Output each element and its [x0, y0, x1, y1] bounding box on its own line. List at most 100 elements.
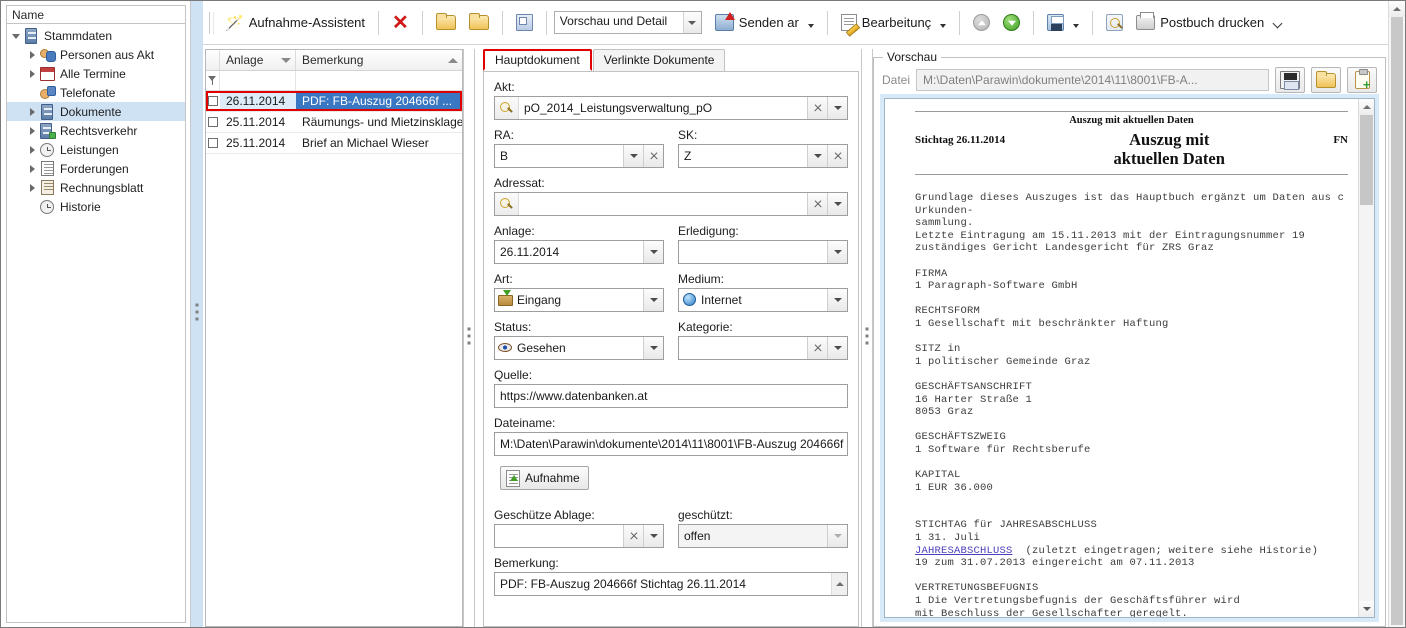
- search-icon[interactable]: [495, 193, 519, 215]
- clear-button[interactable]: [807, 337, 827, 359]
- chevron-down-icon[interactable]: [643, 525, 663, 547]
- chevron-right-icon[interactable]: [27, 106, 39, 118]
- splitter-left[interactable]: [191, 1, 203, 627]
- jahresabschluss-link[interactable]: JAHRESABSCHLUSS: [915, 545, 1013, 557]
- open-document-button[interactable]: [430, 9, 462, 37]
- aufnahme-assistent-button[interactable]: 🪄 Aufnahme-Assistent: [219, 9, 371, 37]
- geschuetzte-ablage-input[interactable]: [494, 524, 664, 548]
- grid-header-bemerkung[interactable]: Bemerkung: [296, 50, 462, 70]
- chevron-down-icon[interactable]: [643, 241, 663, 263]
- preview-zoom-button[interactable]: [1100, 9, 1129, 37]
- grid-header-anlage[interactable]: Anlage: [220, 50, 296, 70]
- view-mode-combo[interactable]: Vorschau und Detail: [554, 11, 702, 34]
- kategorie-input[interactable]: [678, 336, 848, 360]
- tree-item-rechtsverkehr[interactable]: Rechtsverkehr: [7, 121, 185, 140]
- search-icon[interactable]: [495, 97, 519, 119]
- scrollbar-track[interactable]: [1359, 205, 1374, 601]
- toolbar-grip[interactable]: [209, 12, 214, 34]
- table-row[interactable]: 25.11.2014 Räumungs- und Mietzinsklage: [206, 112, 462, 133]
- clear-button[interactable]: [807, 97, 827, 119]
- scrollbar-thumb[interactable]: [1391, 17, 1403, 625]
- chevron-down-icon[interactable]: [827, 193, 847, 215]
- chevron-down-icon[interactable]: [936, 15, 946, 30]
- preview-save-button[interactable]: [1275, 67, 1305, 93]
- erledigung-input[interactable]: [678, 240, 848, 264]
- tab-hauptdokument[interactable]: Hauptdokument: [483, 49, 592, 71]
- chevron-down-icon[interactable]: [1069, 15, 1079, 30]
- filter-bemerkung-cell[interactable]: [296, 71, 462, 90]
- clear-button[interactable]: [827, 145, 847, 167]
- chevron-down-icon[interactable]: [827, 337, 847, 359]
- window-vertical-scrollbar[interactable]: [1388, 1, 1405, 627]
- grid-filter-row[interactable]: [206, 71, 462, 91]
- scroll-down-button[interactable]: [1359, 601, 1374, 617]
- clear-button[interactable]: [807, 193, 827, 215]
- checkbox[interactable]: [208, 117, 218, 127]
- art-input[interactable]: Eingang: [494, 288, 664, 312]
- chevron-right-icon[interactable]: [27, 49, 39, 61]
- delete-button[interactable]: ✕: [386, 9, 415, 37]
- medium-input[interactable]: Internet: [678, 288, 848, 312]
- tree-item-alle-termine[interactable]: Alle Termine: [7, 64, 185, 83]
- senden-an-button[interactable]: Senden ar: [709, 9, 820, 37]
- chevron-down-icon[interactable]: [827, 97, 847, 119]
- chevron-down-icon[interactable]: [804, 15, 814, 30]
- tree-item-leistungen[interactable]: Leistungen: [7, 140, 185, 159]
- tree-item-dokumente[interactable]: Dokumente: [7, 102, 185, 121]
- geschuetzt-input[interactable]: offen: [678, 524, 848, 548]
- sk-input[interactable]: Z: [678, 144, 848, 168]
- postbuch-drucken-button[interactable]: Postbuch drucken: [1130, 9, 1290, 37]
- chevron-down-icon[interactable]: [827, 289, 847, 311]
- tree-item-forderungen[interactable]: Forderungen: [7, 159, 185, 178]
- scroll-up-button[interactable]: [1359, 99, 1374, 115]
- anlage-input[interactable]: 26.11.2014: [494, 240, 664, 264]
- chevron-right-icon[interactable]: [27, 68, 39, 80]
- preview-open-button[interactable]: [1311, 67, 1341, 93]
- move-up-button[interactable]: [967, 9, 996, 37]
- chevron-down-icon[interactable]: [643, 337, 663, 359]
- tree-item-personen-aus-akt[interactable]: Personen aus Akt: [7, 45, 185, 64]
- chevron-down-icon[interactable]: [11, 30, 23, 42]
- chevron-right-icon[interactable]: [27, 125, 39, 137]
- bemerkung-textarea[interactable]: PDF: FB-Auszug 204666f Stichtag 26.11.20…: [494, 572, 848, 596]
- table-row[interactable]: 26.11.2014 PDF: FB-Auszug 204666f ...: [206, 91, 462, 112]
- chevron-down-icon[interactable]: [827, 241, 847, 263]
- tree-item-historie[interactable]: Historie: [7, 197, 185, 216]
- splitter-list-detail[interactable]: [463, 49, 475, 627]
- folder-button[interactable]: [463, 9, 495, 37]
- chevron-right-icon[interactable]: [27, 144, 39, 156]
- save-button[interactable]: [1041, 9, 1085, 37]
- quelle-input[interactable]: https://www.datenbanken.at: [494, 384, 848, 408]
- akt-input[interactable]: pO_2014_Leistungsverwaltung_pO: [494, 96, 848, 120]
- filter-icon[interactable]: [208, 76, 217, 85]
- clear-button[interactable]: [623, 525, 643, 547]
- row-checkbox-cell[interactable]: [206, 91, 220, 111]
- tree-item-stammdaten[interactable]: Stammdaten: [7, 26, 185, 45]
- filter-anlage-cell[interactable]: [220, 71, 296, 90]
- preview-clipboard-add-button[interactable]: +: [1347, 67, 1377, 93]
- adressat-input[interactable]: [494, 192, 848, 216]
- ra-input[interactable]: B: [494, 144, 664, 168]
- scroll-up-button[interactable]: [831, 573, 847, 595]
- chevron-down-icon[interactable]: [643, 289, 663, 311]
- chevron-down-icon[interactable]: [827, 525, 847, 547]
- status-input[interactable]: Gesehen: [494, 336, 664, 360]
- aufnahme-button[interactable]: Aufnahme: [500, 466, 589, 490]
- chevron-down-icon[interactable]: [683, 12, 701, 33]
- splitter-detail-preview[interactable]: [861, 49, 873, 627]
- chevron-right-icon[interactable]: [27, 182, 39, 194]
- move-down-button[interactable]: [997, 9, 1026, 37]
- chevron-down-icon[interactable]: [623, 145, 643, 167]
- row-checkbox-cell[interactable]: [206, 133, 220, 153]
- scroll-up-button[interactable]: [1389, 1, 1405, 17]
- dateiname-input[interactable]: M:\Daten\Parawin\dokumente\2014\11\8001\…: [494, 432, 848, 456]
- bearbeitung-button[interactable]: Bearbeitunç: [835, 9, 952, 37]
- tree-item-rechnungsblatt[interactable]: Rechnungsblatt: [7, 178, 185, 197]
- row-checkbox-cell[interactable]: [206, 112, 220, 132]
- scrollbar-thumb[interactable]: [1360, 115, 1373, 205]
- grid-settings-button[interactable]: [510, 9, 539, 37]
- clear-button[interactable]: [643, 145, 663, 167]
- tab-verlinkte-dokumente[interactable]: Verlinkte Dokumente: [593, 49, 726, 71]
- checkbox[interactable]: [208, 138, 218, 148]
- chevron-right-icon[interactable]: [27, 163, 39, 175]
